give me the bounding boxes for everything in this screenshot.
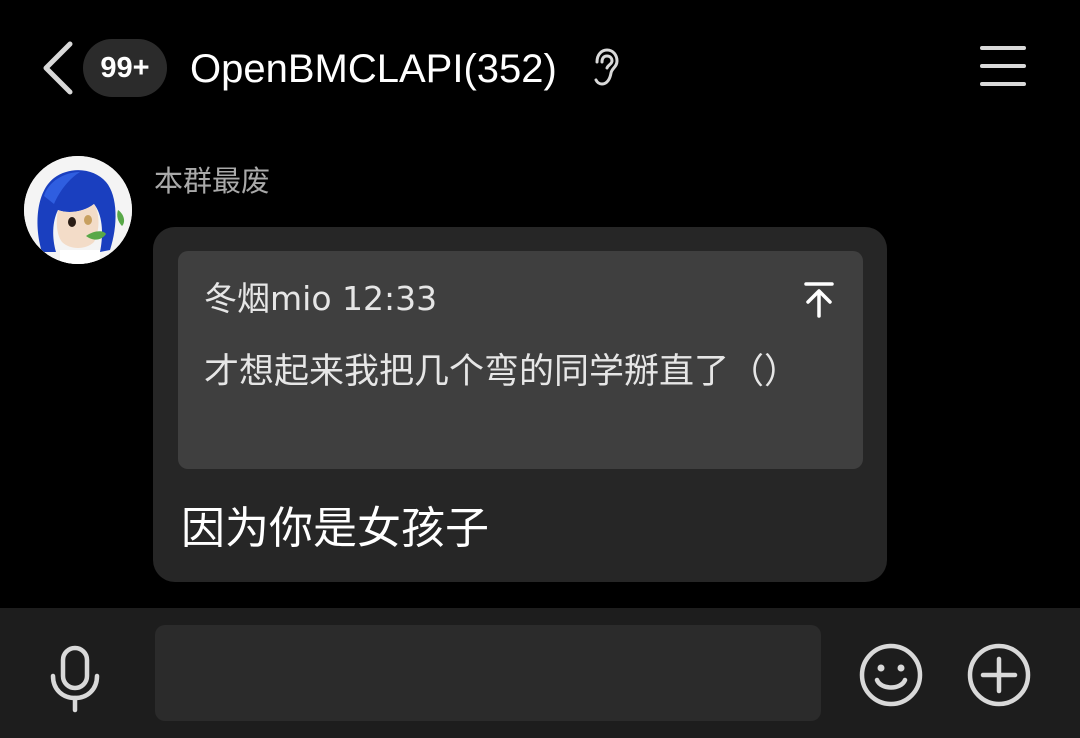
menu-button[interactable] — [980, 46, 1028, 90]
chat-title[interactable]: OpenBMCLAPI(352) — [190, 42, 557, 96]
unread-count-badge[interactable]: 99+ — [83, 39, 167, 97]
menu-bar — [980, 82, 1026, 86]
message-input[interactable] — [155, 625, 821, 721]
input-bar — [0, 608, 1080, 738]
emoji-icon — [859, 643, 923, 707]
chat-header: 99+ OpenBMCLAPI(352) — [0, 0, 1080, 136]
chat-screen: 99+ OpenBMCLAPI(352) 本群最废 冬烟mio 12:33 才想… — [0, 0, 1080, 738]
menu-bar — [980, 46, 1026, 50]
message-bubble[interactable]: 冬烟mio 12:33 才想起来我把几个弯的同学掰直了（） 因为你是女孩子 — [153, 227, 887, 582]
sender-avatar[interactable] — [24, 156, 132, 264]
plus-circle-icon — [967, 643, 1031, 707]
message-text: 因为你是女孩子 — [181, 503, 489, 554]
anime-avatar — [24, 156, 132, 264]
chevron-left-icon — [43, 41, 73, 95]
quote-header: 冬烟mio 12:33 — [204, 279, 438, 318]
quote-text: 才想起来我把几个弯的同学掰直了（） — [204, 352, 800, 392]
sender-name[interactable]: 本群最废 — [154, 162, 270, 200]
more-actions-button[interactable] — [966, 642, 1032, 708]
back-button[interactable] — [38, 38, 78, 98]
jump-to-original-icon[interactable] — [802, 279, 836, 319]
microphone-icon — [50, 645, 100, 713]
ear-icon[interactable] — [590, 48, 622, 88]
voice-input-button[interactable] — [48, 644, 102, 716]
emoji-button[interactable] — [858, 642, 924, 708]
menu-bar — [980, 64, 1026, 68]
quoted-message[interactable]: 冬烟mio 12:33 才想起来我把几个弯的同学掰直了（） — [178, 251, 863, 469]
